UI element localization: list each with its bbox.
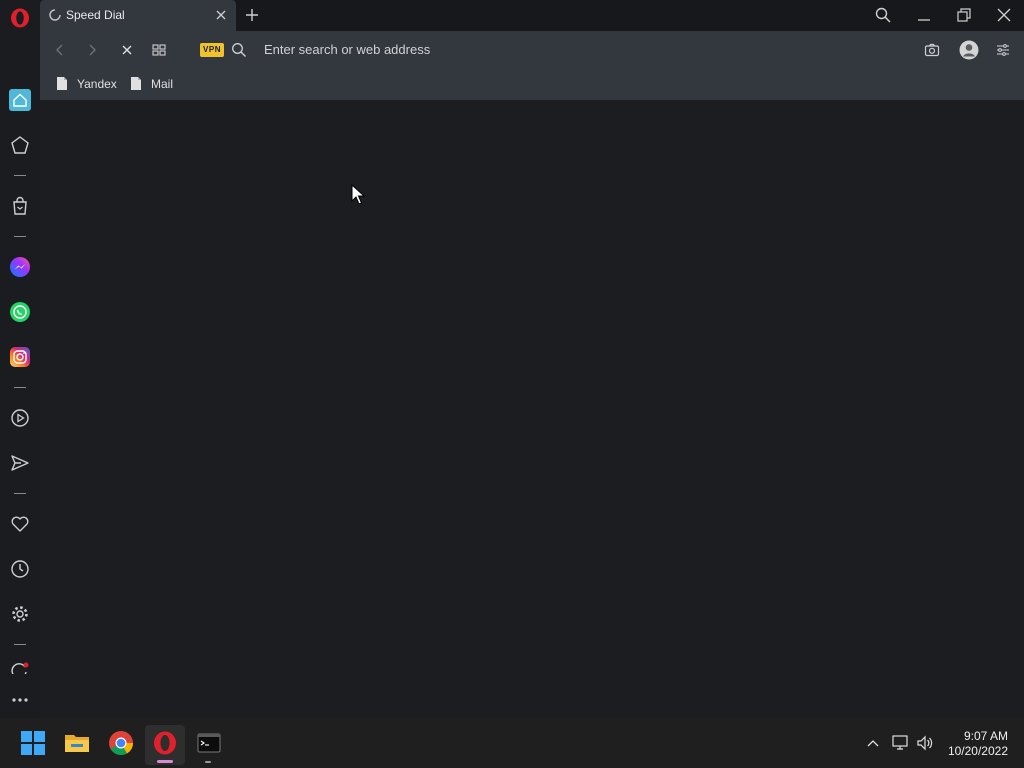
opera-menu-logo-icon[interactable] [8, 6, 32, 30]
instagram-icon[interactable] [8, 345, 32, 369]
bookmark-mail[interactable]: Mail [130, 76, 173, 91]
bookmarks-bar: Yandex Mail [40, 69, 1024, 101]
file-explorer-icon[interactable] [64, 730, 90, 756]
bookmark-label: Yandex [77, 76, 117, 91]
sidebar-separator [14, 493, 26, 494]
tab-strip: Speed Dial [40, 0, 1024, 31]
search-icon [231, 42, 247, 58]
address-bar-input[interactable]: Enter search or web address [264, 42, 430, 57]
page-content-area[interactable] [40, 100, 1024, 718]
sidebar-separator [14, 236, 26, 237]
sidebar-separator [14, 644, 26, 645]
close-window-icon[interactable] [996, 7, 1012, 23]
restore-window-icon[interactable] [956, 7, 972, 23]
heart-icon[interactable] [8, 512, 32, 536]
more-options-icon[interactable] [8, 688, 32, 712]
vpn-badge[interactable]: VPN [200, 43, 224, 57]
easy-setup-sliders-icon[interactable] [995, 42, 1011, 58]
whatsapp-icon[interactable] [8, 300, 32, 324]
forward-arrow-icon[interactable] [84, 42, 100, 58]
back-arrow-icon[interactable] [52, 42, 68, 58]
running-indicator [157, 760, 173, 763]
home-icon[interactable] [8, 88, 32, 112]
page-icon [131, 77, 141, 90]
opera-icon[interactable] [152, 730, 178, 756]
windows-start-icon[interactable] [20, 730, 46, 756]
snapshot-camera-icon[interactable] [924, 42, 940, 58]
volume-icon[interactable] [916, 735, 934, 751]
history-icon[interactable] [8, 557, 32, 581]
mouse-cursor-icon [351, 184, 365, 206]
opera-sidebar [0, 0, 40, 718]
address-toolbar: VPN Enter search or web address [40, 31, 1024, 69]
terminal-icon[interactable] [196, 730, 222, 756]
bookmark-label: Mail [151, 76, 174, 91]
stop-loading-icon[interactable] [119, 42, 135, 58]
minimize-icon[interactable] [916, 7, 932, 23]
page-icon [57, 77, 67, 90]
tab-search-icon[interactable] [875, 7, 891, 23]
new-tab-plus-icon[interactable] [244, 7, 260, 23]
tabs-grid-icon[interactable] [151, 42, 167, 58]
windows-taskbar: 9:07 AM 10/20/2022 [0, 718, 1024, 768]
clock-date: 10/20/2022 [947, 744, 1008, 758]
taskbar-clock[interactable]: 9:07 AM 10/20/2022 [948, 729, 1008, 759]
bookmark-yandex[interactable]: Yandex [56, 76, 117, 91]
tab-title: Speed Dial [66, 8, 125, 22]
send-icon[interactable] [8, 451, 32, 475]
speed-dial-icon[interactable] [8, 133, 32, 157]
loading-spinner-icon [49, 9, 61, 21]
account-avatar-icon[interactable] [959, 40, 979, 60]
network-icon[interactable] [892, 735, 910, 751]
settings-gear-icon[interactable] [8, 602, 32, 626]
sidebar-separator [14, 387, 26, 388]
player-icon[interactable] [8, 406, 32, 430]
tab-speed-dial[interactable]: Speed Dial [40, 0, 236, 31]
shopping-icon[interactable] [8, 194, 32, 218]
chrome-icon[interactable] [108, 730, 134, 756]
running-indicator [205, 761, 211, 763]
chevron-up-icon[interactable] [865, 735, 881, 751]
messenger-icon[interactable] [8, 255, 32, 279]
sidebar-separator [14, 175, 26, 176]
extensions-icon[interactable] [8, 660, 32, 674]
clock-time: 9:07 AM [963, 729, 1008, 743]
close-tab-icon[interactable] [214, 8, 228, 22]
